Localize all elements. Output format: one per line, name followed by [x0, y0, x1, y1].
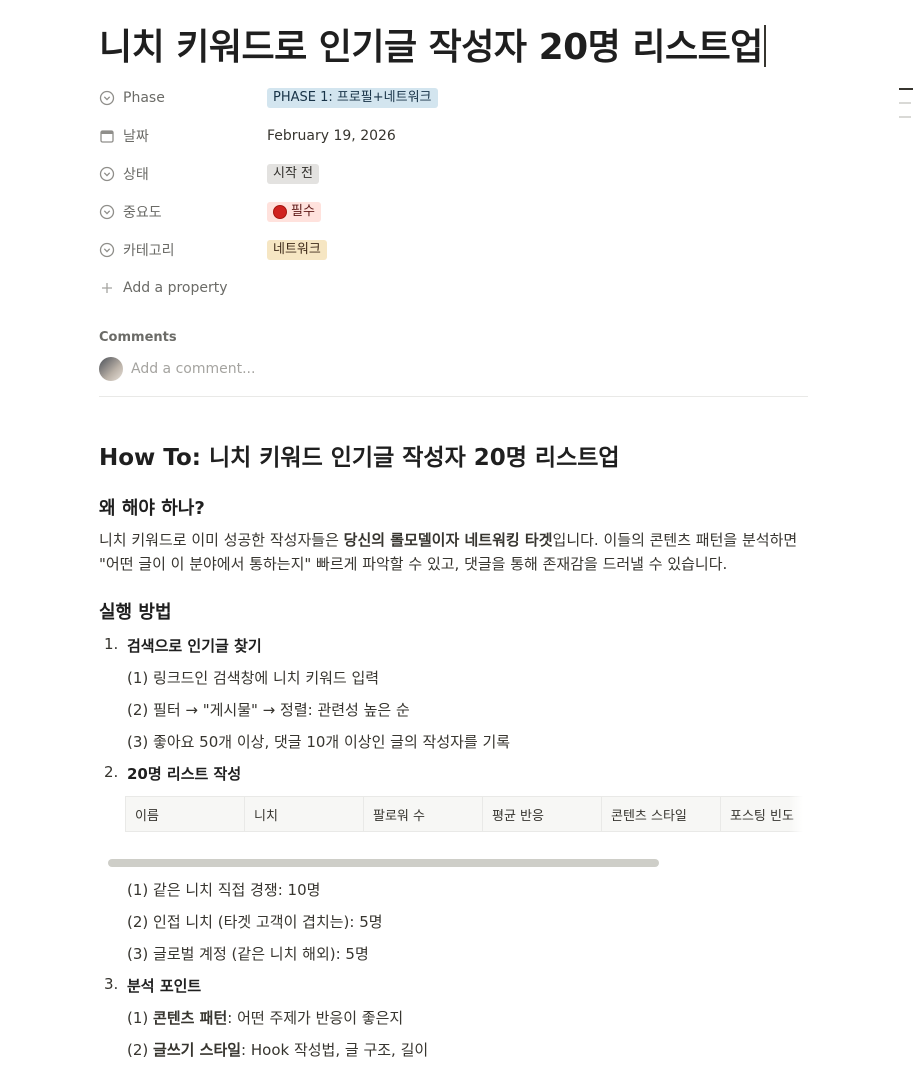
list-number: 1. — [104, 635, 119, 653]
step-title: 검색으로 인기글 찾기 — [127, 637, 262, 655]
list-item: (2) 인접 니치 (타겟 고객이 겹치는): 5명 — [127, 913, 383, 931]
why-heading: 왜 해야 하나? — [99, 498, 205, 519]
page-title[interactable]: 니치 키워드로 인기글 작성자 20명 리스트업 — [99, 24, 766, 72]
divider — [99, 396, 808, 397]
select-icon — [99, 242, 115, 258]
step-title: 20명 리스트 작성 — [127, 765, 242, 783]
property-priority[interactable]: 중요도 필수 — [99, 193, 808, 231]
calendar-icon — [100, 130, 114, 143]
list-item: (1) 같은 니치 직접 경쟁: 10명 — [127, 881, 321, 899]
list-number: 3. — [104, 975, 119, 993]
add-property-button[interactable]: Add a property — [99, 269, 808, 307]
category-tag[interactable]: 네트워크 — [267, 240, 327, 260]
table-header-cell[interactable]: 평균 반응 — [483, 797, 602, 831]
priority-tag[interactable]: 필수 — [267, 201, 321, 222]
toc-line[interactable] — [899, 88, 913, 90]
property-date[interactable]: 날짜 February 19, 2026 — [99, 117, 808, 155]
property-label: 중요도 — [123, 205, 162, 221]
table-header-row: 이름 니치 팔로워 수 평균 반응 콘텐츠 스타일 포스팅 빈도 — [125, 796, 803, 832]
list-item: (3) 좋아요 50개 이상, 댓글 10개 이상인 글의 작성자를 기록 — [127, 733, 511, 751]
plus-icon — [102, 283, 112, 293]
list-item: (1) 링크드인 검색창에 니치 키워드 입력 — [127, 669, 380, 687]
date-value[interactable]: February 19, 2026 — [267, 128, 396, 144]
list-item: (2) 글쓰기 스타일: Hook 작성법, 글 구조, 길이 — [127, 1041, 429, 1059]
avatar — [99, 357, 123, 381]
table-header-cell[interactable]: 콘텐츠 스타일 — [602, 797, 721, 831]
toc-line[interactable] — [899, 116, 911, 118]
table-of-contents-minimap[interactable] — [899, 88, 913, 130]
property-label: 카테고리 — [123, 243, 175, 259]
content-heading: How To: 니치 키워드 인기글 작성자 20명 리스트업 — [99, 445, 620, 471]
phase-tag[interactable]: PHASE 1: 프로필+네트워크 — [267, 88, 438, 108]
text-caret — [763, 25, 766, 67]
table-header-cell[interactable]: 팔로워 수 — [364, 797, 483, 831]
why-paragraph: 니치 키워드로 이미 성공한 작성자들은 당신의 롤모델이자 네트워킹 타겟입니… — [99, 531, 798, 573]
list-table[interactable]: 이름 니치 팔로워 수 평균 반응 콘텐츠 스타일 포스팅 빈도 — [125, 796, 803, 832]
property-label: Phase — [123, 90, 165, 106]
how-heading: 실행 방법 — [99, 602, 172, 623]
step-title: 분석 포인트 — [127, 977, 202, 995]
property-label: 상태 — [123, 167, 149, 183]
table-header-cell[interactable]: 이름 — [126, 797, 245, 831]
property-label: 날짜 — [123, 129, 149, 145]
comments-heading: Comments — [99, 330, 177, 345]
property-status[interactable]: 상태 시작 전 — [99, 155, 808, 193]
red-circle-icon — [273, 204, 287, 219]
list-item: (3) 글로벌 계정 (같은 니치 해외): 5명 — [127, 945, 369, 963]
select-icon — [99, 204, 115, 220]
select-icon — [99, 90, 115, 106]
list-item: (1) 콘텐츠 패턴: 어떤 주제가 반응이 좋은지 — [127, 1009, 404, 1027]
select-icon — [99, 166, 115, 182]
toc-line[interactable] — [899, 102, 911, 104]
property-category[interactable]: 카테고리 네트워크 — [99, 231, 808, 269]
table-header-cell[interactable]: 니치 — [245, 797, 364, 831]
list-number: 2. — [104, 763, 119, 781]
table-horizontal-scrollbar[interactable] — [108, 859, 659, 867]
comment-input-row[interactable]: Add a comment... — [99, 357, 255, 381]
list-item: (2) 필터 → "게시물" → 정렬: 관련성 높은 순 — [127, 701, 410, 719]
status-tag[interactable]: 시작 전 — [267, 164, 320, 184]
comment-input[interactable]: Add a comment... — [131, 361, 255, 377]
properties-panel: Phase PHASE 1: 프로필+네트워크 날짜 February 19, … — [99, 79, 808, 307]
property-phase[interactable]: Phase PHASE 1: 프로필+네트워크 — [99, 79, 808, 117]
